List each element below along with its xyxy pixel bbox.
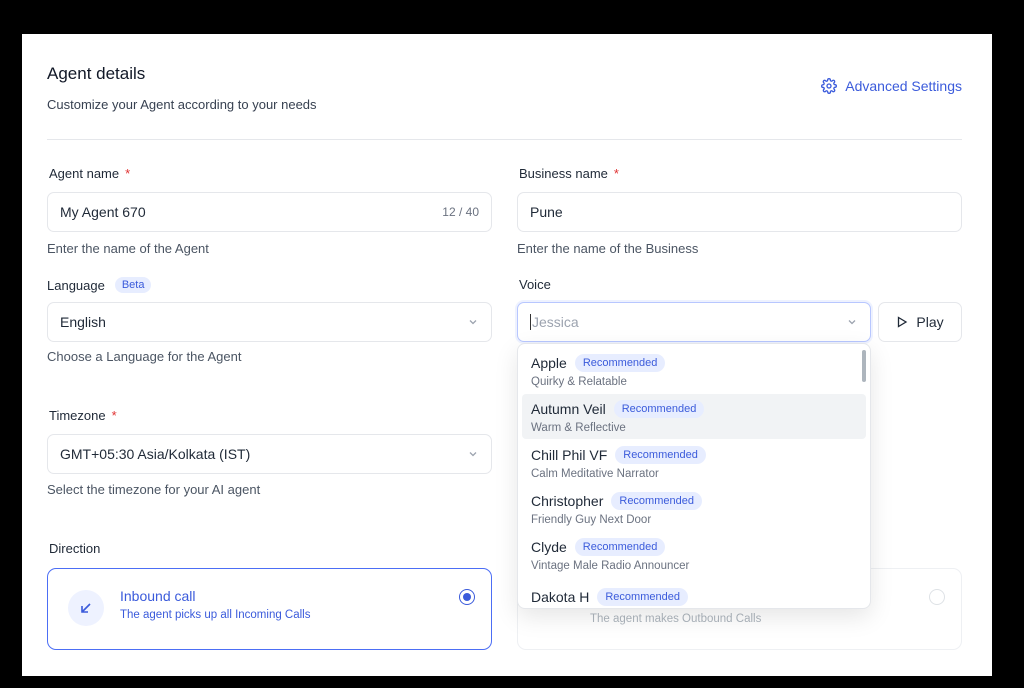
voice-option-apple[interactable]: Apple Recommended Quirky & Relatable bbox=[522, 348, 866, 393]
header-divider bbox=[47, 139, 962, 140]
chevron-down-icon bbox=[848, 320, 856, 325]
voice-option-chill-phil-vf[interactable]: Chill Phil VF Recommended Calm Meditativ… bbox=[522, 440, 866, 485]
voice-option-desc: Calm Meditative Narrator bbox=[531, 468, 659, 480]
recommended-badge: Recommended bbox=[574, 538, 666, 556]
agent-name-counter: 12 / 40 bbox=[442, 205, 479, 219]
required-marker: * bbox=[125, 166, 131, 181]
voice-option-name: Christopher bbox=[531, 493, 604, 509]
timezone-select[interactable]: GMT+05:30 Asia/Kolkata (IST) bbox=[47, 434, 492, 474]
recommended-badge: Recommended bbox=[611, 492, 702, 510]
agent-name-label-text: Agent name bbox=[49, 166, 120, 181]
timezone-help: Select the timezone for your AI agent bbox=[47, 482, 261, 497]
recommended-badge: Recommended bbox=[597, 588, 688, 606]
direction-label-text: Direction bbox=[49, 541, 101, 556]
voice-option-clyde[interactable]: Clyde Recommended Vintage Male Radio Ann… bbox=[522, 532, 866, 577]
business-name-help: Enter the name of the Business bbox=[517, 241, 699, 256]
text-caret bbox=[530, 314, 531, 330]
voice-label: Voice bbox=[519, 277, 551, 292]
recommended-badge: Recommended bbox=[615, 446, 706, 464]
outbound-radio[interactable] bbox=[929, 589, 945, 605]
business-name-label-text: Business name bbox=[519, 166, 608, 181]
timezone-value: GMT+05:30 Asia/Kolkata (IST) bbox=[60, 446, 251, 462]
voice-dropdown: Apple Recommended Quirky & Relatable Aut… bbox=[517, 343, 871, 609]
business-name-value: Pune bbox=[530, 204, 563, 220]
gear-icon bbox=[821, 78, 838, 94]
required-marker: * bbox=[613, 166, 619, 181]
voice-option-name: Autumn Veil bbox=[531, 401, 606, 417]
timezone-label-text: Timezone bbox=[49, 408, 106, 423]
play-icon bbox=[898, 316, 908, 328]
inbound-call-title: Inbound call bbox=[120, 588, 196, 604]
required-marker: * bbox=[111, 408, 117, 423]
language-value: English bbox=[60, 314, 106, 330]
voice-option-name: Apple bbox=[531, 355, 567, 371]
timezone-label: Timezone * bbox=[49, 408, 117, 423]
language-label: Language Beta bbox=[47, 277, 152, 293]
voice-placeholder: Jessica bbox=[532, 314, 579, 330]
agent-name-value: My Agent 670 bbox=[60, 204, 146, 220]
beta-badge: Beta bbox=[114, 277, 152, 293]
language-help: Choose a Language for the Agent bbox=[47, 349, 242, 364]
voice-option-name: Chill Phil VF bbox=[531, 447, 608, 463]
voice-option-christopher[interactable]: Christopher Recommended Friendly Guy Nex… bbox=[522, 486, 866, 531]
voice-option-name: Dakota H bbox=[531, 589, 590, 605]
inbound-radio[interactable] bbox=[459, 589, 475, 605]
play-button[interactable]: Play bbox=[878, 302, 962, 342]
page-subtitle: Customize your Agent according to your n… bbox=[47, 97, 317, 112]
inbound-call-option[interactable]: Inbound call The agent picks up all Inco… bbox=[47, 568, 492, 650]
incoming-arrow-icon bbox=[68, 590, 104, 626]
voice-option-autumn-veil[interactable]: Autumn Veil Recommended Warm & Reflectiv… bbox=[522, 394, 866, 439]
advanced-settings-link[interactable]: Advanced Settings bbox=[821, 78, 962, 94]
outbound-call-desc: The agent makes Outbound Calls bbox=[590, 613, 762, 625]
recommended-badge: Recommended bbox=[574, 354, 666, 372]
page-title: Agent details bbox=[47, 64, 146, 83]
voice-option-desc: Quirky & Relatable bbox=[531, 376, 627, 388]
voice-label-text: Voice bbox=[519, 277, 551, 292]
direction-label: Direction bbox=[49, 541, 100, 556]
agent-name-help: Enter the name of the Agent bbox=[47, 241, 209, 256]
inbound-call-desc: The agent picks up all Incoming Calls bbox=[120, 609, 311, 621]
chevron-down-icon bbox=[469, 452, 477, 457]
agent-name-field[interactable]: My Agent 670 12 / 40 bbox=[47, 192, 492, 232]
play-label: Play bbox=[916, 314, 944, 330]
voice-option-desc: Friendly Guy Next Door bbox=[531, 514, 652, 526]
voice-option-desc: Vintage Male Radio Announcer bbox=[531, 560, 690, 572]
business-name-field[interactable]: Pune bbox=[517, 192, 962, 232]
voice-select[interactable]: Jessica bbox=[517, 302, 871, 342]
recommended-badge: Recommended bbox=[613, 400, 705, 418]
chevron-down-icon bbox=[469, 320, 477, 325]
business-name-label: Business name * bbox=[519, 166, 619, 181]
advanced-settings-label: Advanced Settings bbox=[845, 78, 962, 94]
voice-option-name: Clyde bbox=[531, 539, 567, 555]
agent-details-panel: Agent details Customize your Agent accor… bbox=[22, 34, 992, 676]
voice-option-desc: Warm & Reflective bbox=[531, 422, 626, 434]
agent-name-label: Agent name * bbox=[49, 166, 130, 181]
language-select[interactable]: English bbox=[47, 302, 492, 342]
language-label-text: Language bbox=[47, 277, 105, 293]
voice-option-dakota-h[interactable]: Dakota H Recommended bbox=[522, 582, 866, 608]
